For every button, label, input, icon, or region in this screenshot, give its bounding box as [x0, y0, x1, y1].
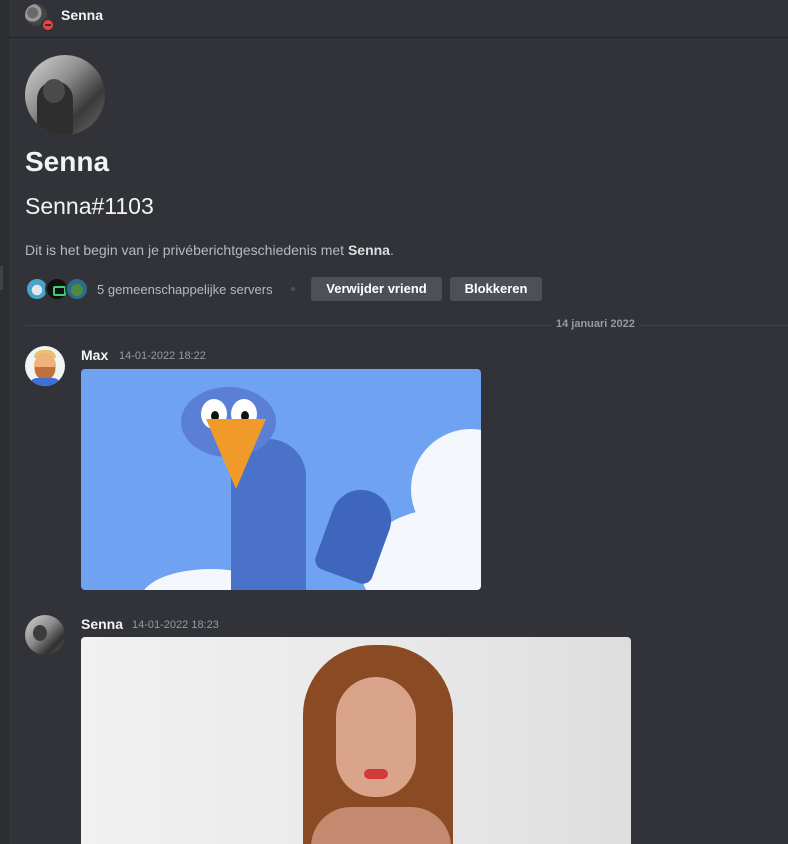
- scroll-marker: [0, 266, 3, 290]
- server-icon[interactable]: [65, 277, 89, 301]
- avatar-shirt-shape: [29, 378, 61, 386]
- separator-dot: [291, 287, 295, 291]
- date-divider: [25, 325, 788, 326]
- dm-intro-text: Dit is het begin van je privéberichtgesc…: [25, 242, 394, 258]
- sidebar-edge: [0, 0, 9, 38]
- photo-lips-shape: [364, 769, 388, 779]
- avatar-head-shape: [33, 625, 47, 641]
- date-divider-label: 14 januari 2022: [552, 318, 639, 330]
- header-title[interactable]: Senna: [61, 7, 103, 23]
- profile-tag: Senna#1103: [25, 193, 154, 219]
- bird-beak-shape: [206, 419, 266, 489]
- image-attachment[interactable]: [81, 637, 631, 844]
- message-author[interactable]: Senna: [81, 616, 123, 632]
- photo-face-shape: [336, 677, 416, 797]
- gif-attachment[interactable]: [81, 369, 481, 590]
- message-author[interactable]: Max: [81, 347, 108, 363]
- mutual-servers-row: 5 gemeenschappelijke servers Verwijder v…: [25, 277, 625, 301]
- message-avatar[interactable]: [25, 346, 65, 386]
- mutual-servers-link[interactable]: 5 gemeenschappelijke servers: [97, 282, 273, 297]
- sidebar-edge-strip: [0, 38, 9, 844]
- profile-avatar[interactable]: [25, 55, 105, 135]
- intro-name: Senna: [347, 242, 390, 258]
- intro-prefix: Dit is het begin van je privéberichtgesc…: [25, 242, 348, 258]
- message-timestamp: 14-01-2022 18:22: [119, 350, 206, 362]
- avatar-head-shape: [43, 79, 65, 103]
- message-avatar[interactable]: [25, 615, 65, 655]
- profile-name: Senna: [25, 146, 110, 177]
- intro-suffix: .: [389, 242, 394, 258]
- message-timestamp: 14-01-2022 18:23: [132, 619, 219, 631]
- do-not-disturb-status-icon: [41, 18, 55, 32]
- remove-friend-button[interactable]: Verwijder vriend: [311, 277, 442, 301]
- block-button[interactable]: Blokkeren: [450, 277, 542, 301]
- channel-header: Senna: [0, 0, 788, 38]
- photo-body-shape: [311, 807, 451, 844]
